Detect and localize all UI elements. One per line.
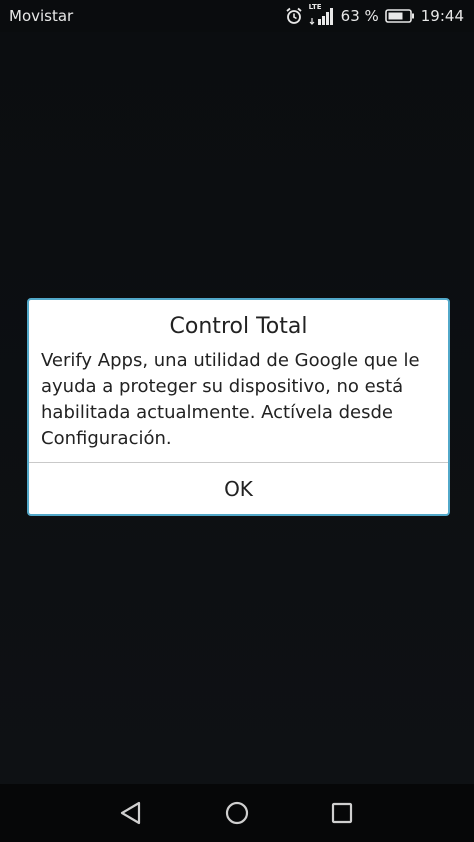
navigation-bar [0, 784, 474, 842]
alarm-icon [285, 7, 303, 25]
carrier-name: Movistar [9, 7, 74, 25]
home-icon[interactable] [221, 797, 253, 829]
dialog-title: Control Total [169, 314, 308, 339]
dialog-message: Verify Apps, una utilidad de Google que … [41, 350, 420, 449]
status-bar: Movistar LTE 63 % 19:44 [0, 0, 474, 32]
battery-percent: 63 % [340, 7, 379, 25]
clock: 19:44 [420, 7, 464, 25]
signal-icon: LTE [309, 3, 335, 26]
ok-button[interactable]: OK [29, 463, 448, 514]
battery-icon [384, 8, 415, 24]
back-icon[interactable] [115, 797, 147, 829]
status-icons: LTE 63 % 19:44 [285, 3, 464, 26]
recents-icon[interactable] [326, 797, 358, 829]
alert-dialog: Control Total Verify Apps, una utilidad … [27, 298, 450, 516]
